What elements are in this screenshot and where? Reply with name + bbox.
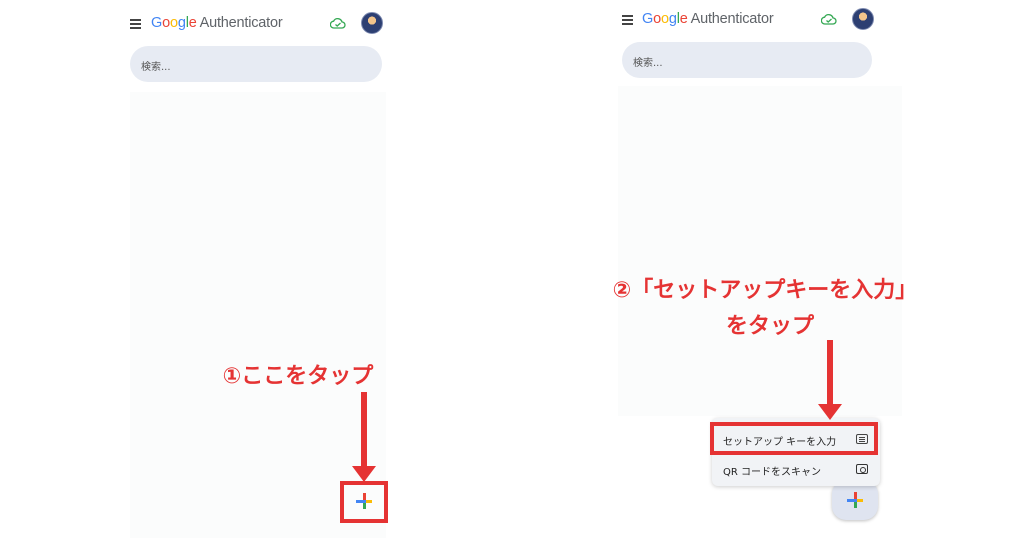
step2-arrow	[818, 340, 842, 422]
accounts-list-area	[130, 92, 386, 538]
user-avatar[interactable]	[361, 12, 383, 34]
plus-icon	[847, 492, 863, 508]
logo-letter: o	[162, 15, 170, 31]
app-top-bar: Google Authenticator	[120, 8, 390, 40]
logo-letter: G	[151, 15, 163, 31]
logo-letter: e	[188, 15, 197, 31]
menu-item-scan-qr[interactable]: QR コードをスキャン	[712, 454, 880, 484]
step1-callout: ①ここをタップ	[198, 358, 398, 390]
logo-letter: g	[177, 15, 186, 31]
logo-letter: G	[642, 11, 654, 27]
search-placeholder: 検索...	[141, 62, 171, 73]
logo-letter: o	[660, 11, 669, 27]
step1-text: ①ここをタップ	[222, 364, 374, 389]
logo-letter: g	[668, 11, 677, 27]
menu-icon[interactable]	[622, 15, 633, 25]
user-avatar[interactable]	[852, 8, 874, 30]
app-top-bar: Google Authenticator	[612, 4, 902, 36]
app-name: Authenticator	[199, 15, 283, 31]
step2-text-line2: をタップ	[725, 314, 814, 339]
menu-icon[interactable]	[130, 19, 141, 29]
cloud-check-icon[interactable]	[821, 12, 837, 26]
camera-icon	[856, 464, 868, 474]
app-name: Authenticator	[690, 11, 774, 27]
step1-arrow	[352, 392, 376, 484]
accounts-list-area	[618, 86, 902, 416]
app-title: Google Authenticator	[151, 15, 283, 31]
left-screen: Google Authenticator 検索...	[120, 0, 390, 538]
setup-key-highlight	[710, 422, 878, 455]
logo-letter: o	[169, 15, 178, 31]
fab-highlight	[340, 481, 388, 523]
step2-callout-line2: をタップ	[670, 308, 870, 340]
logo-letter: e	[679, 11, 688, 27]
logo-letter: o	[653, 11, 661, 27]
step2-text-line1: ②「セットアップキーを入力」	[612, 278, 918, 303]
app-title: Google Authenticator	[642, 11, 774, 27]
step2-callout: ②「セットアップキーを入力」	[570, 272, 960, 304]
add-account-fab[interactable]	[832, 480, 878, 520]
cloud-check-icon[interactable]	[330, 16, 346, 30]
search-placeholder: 検索...	[633, 58, 663, 69]
search-input[interactable]: 検索...	[130, 46, 382, 82]
search-input[interactable]: 検索...	[622, 42, 872, 78]
menu-item-label: QR コードをスキャン	[723, 467, 821, 478]
